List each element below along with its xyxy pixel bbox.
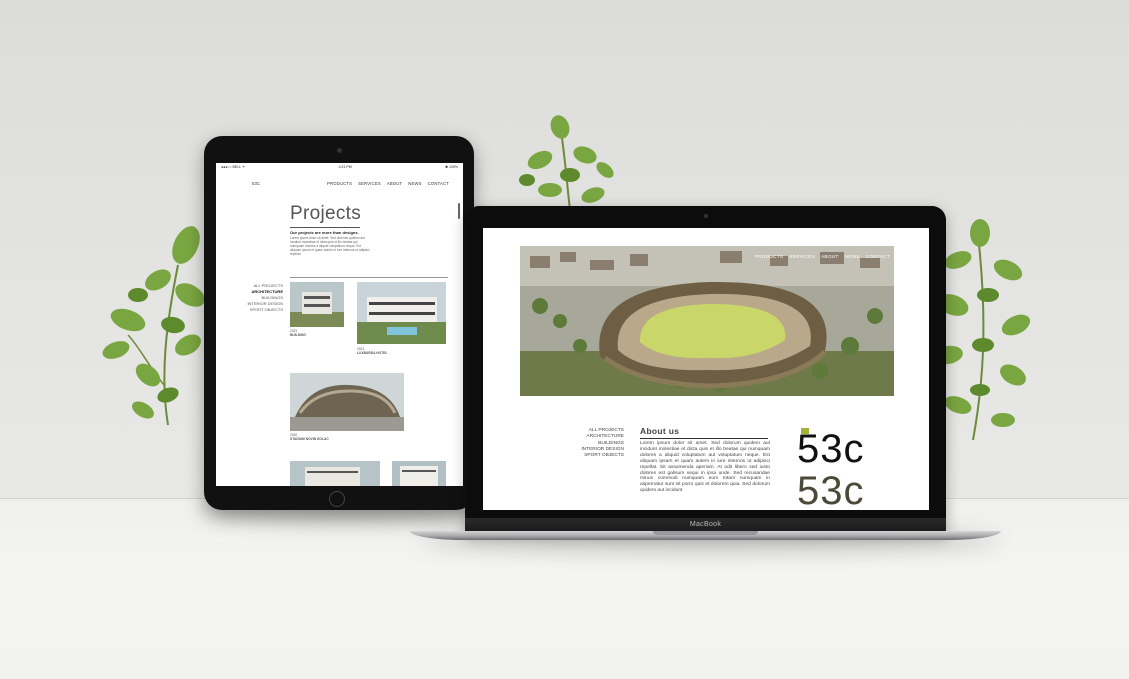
nav-products[interactable]: PRODUCTS <box>755 255 784 260</box>
scrollbar[interactable] <box>458 203 460 219</box>
nav-services[interactable]: SERVICES <box>789 255 815 260</box>
status-time: 4:21 PM <box>338 165 352 169</box>
title-underline <box>290 227 360 228</box>
svg-text:53c: 53c <box>797 469 865 508</box>
nav-products[interactable]: PRODUCTS <box>327 181 352 186</box>
project-thumb[interactable] <box>392 461 446 486</box>
project-thumb-building[interactable] <box>290 282 344 327</box>
nav-news[interactable]: NEWS <box>845 255 860 260</box>
laptop-camera <box>704 214 708 218</box>
category-list: ALL PROJECTS ARCHITECTURE BUILDINGS INTE… <box>247 283 283 313</box>
laptop-screen: PRODUCTS SERVICES ABOUT NEWS CONTACT ALL… <box>483 228 929 510</box>
plant-left <box>102 226 205 426</box>
nav-about[interactable]: ABOUT <box>821 255 839 260</box>
project-caption: 2020 STADIUM NOVIN DOLAC <box>290 433 329 441</box>
tablet-status-bar: ●●●○○ BELL ᯤ 4:21 PM ✱ 100% <box>216 163 463 171</box>
nav-news[interactable]: NEWS <box>408 181 421 186</box>
project-caption: 2021 BUILDING <box>290 329 306 337</box>
brand-label: MacBook <box>689 521 722 528</box>
project-caption: 2021 LUXBARDA HOTEL <box>357 347 388 355</box>
tablet-screen: ●●●○○ BELL ᯤ 4:21 PM ✱ 100% 53C PRODUCTS… <box>216 163 463 486</box>
project-thumb-hotel[interactable] <box>357 282 446 344</box>
project-thumb-stadium[interactable] <box>290 373 404 431</box>
nav-contact[interactable]: CONTACT <box>866 255 890 260</box>
page-intro: Lorem ipsum dolor sit amet, Sed dolorum … <box>290 236 370 256</box>
divider <box>290 277 448 278</box>
plant-center <box>519 115 614 210</box>
signal-indicator: ●●●○○ BELL ᯤ <box>221 164 246 169</box>
battery-indicator: ✱ 100% <box>445 165 458 169</box>
hero-image-stadium: PRODUCTS SERVICES ABOUT NEWS CONTACT <box>520 246 894 396</box>
laptop-nav: PRODUCTS SERVICES ABOUT NEWS CONTACT <box>755 255 890 260</box>
nav-contact[interactable]: CONTACT <box>428 181 449 186</box>
project-thumb[interactable] <box>290 461 380 486</box>
category-sport-objects[interactable]: SPORT OBJECTS <box>581 453 624 459</box>
nav-services[interactable]: SERVICES <box>358 181 381 186</box>
home-button[interactable] <box>329 491 345 507</box>
tablet-camera <box>337 148 342 153</box>
category-architecture[interactable]: ARCHITECTURE <box>581 434 624 440</box>
laptop-chin: MacBook <box>465 518 946 532</box>
tablet-logo[interactable]: 53C <box>252 181 260 186</box>
about-title: About us <box>640 426 680 436</box>
category-list: ALL PROJECTS ARCHITECTURE BUILDINGS INTE… <box>581 428 624 459</box>
logo-53c: 53c 53c <box>797 427 865 508</box>
svg-text:53c: 53c <box>797 427 865 471</box>
category-sport-objects[interactable]: SPORT OBJECTS <box>247 307 283 313</box>
about-text: Lorem ipsum dolor sit amet. Sed dolorum … <box>640 441 770 494</box>
laptop-notch <box>653 531 758 535</box>
page-subtitle: Our projects are more than designs. <box>290 230 359 235</box>
page-title: Projects <box>290 203 362 224</box>
tablet-device: ●●●○○ BELL ᯤ 4:21 PM ✱ 100% 53C PRODUCTS… <box>204 136 474 510</box>
about-underline <box>640 438 768 439</box>
nav-about[interactable]: ABOUT <box>387 181 402 186</box>
laptop-device: PRODUCTS SERVICES ABOUT NEWS CONTACT ALL… <box>465 206 946 534</box>
